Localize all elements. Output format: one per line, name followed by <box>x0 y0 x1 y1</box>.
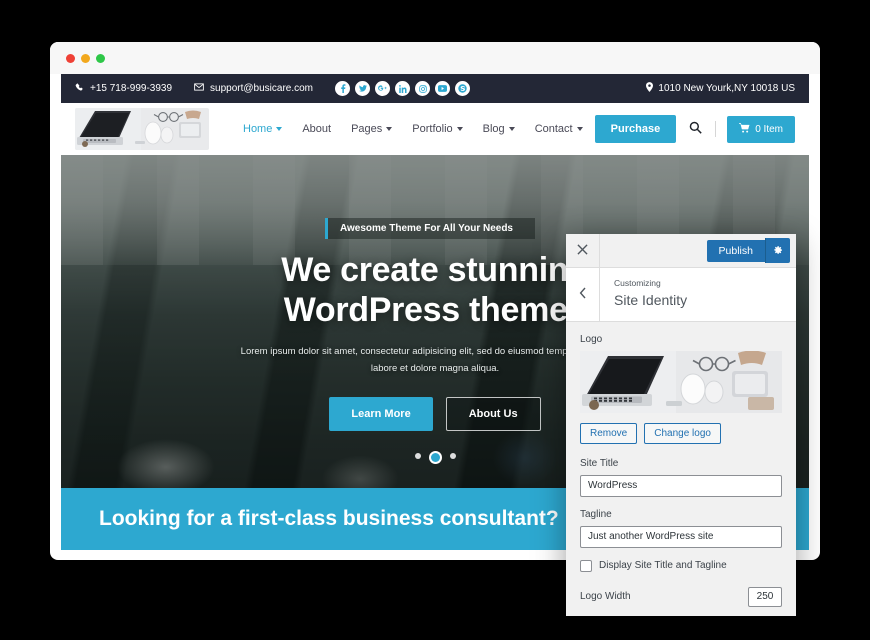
phone-icon <box>75 83 84 95</box>
chevron-down-icon <box>508 127 515 131</box>
nav-item-portfolio[interactable]: Portfolio <box>412 123 463 135</box>
about-us-button[interactable]: About Us <box>445 397 541 432</box>
location-text: 1010 New Yourk,NY 10018 US <box>658 83 795 94</box>
chevron-down-icon <box>386 127 393 131</box>
site-location: 1010 New Yourk,NY 10018 US <box>646 82 795 95</box>
customizer-toolbar: Publish <box>566 234 796 268</box>
slider-dot-2[interactable] <box>430 453 440 462</box>
close-icon <box>577 243 588 258</box>
nav-item-home[interactable]: Home <box>243 123 283 135</box>
phone-contact[interactable]: +15 718-999-3939 <box>75 83 172 95</box>
chevron-left-icon <box>579 287 587 302</box>
nav-item-about[interactable]: About <box>302 123 331 135</box>
chevron-down-icon <box>576 127 583 131</box>
header-divider <box>715 121 717 137</box>
shopping-cart-icon <box>739 122 750 136</box>
email-contact[interactable]: support@busicare.com <box>194 83 313 94</box>
nav-item-blog[interactable]: Blog <box>483 123 515 135</box>
slider-dot-1[interactable] <box>414 453 421 459</box>
remove-logo-button[interactable]: Remove <box>580 422 638 444</box>
cart-count-label: 0 Item <box>755 123 783 135</box>
gear-icon <box>773 243 783 258</box>
hero-tagline: Awesome Theme For All Your Needs <box>324 218 535 239</box>
twitter-icon[interactable] <box>355 81 371 96</box>
window-close-button[interactable] <box>66 53 75 63</box>
search-icon <box>689 121 702 137</box>
site-top-bar: +15 718-999-3939 support@busicare.com 10… <box>61 74 809 103</box>
section-title: Site Identity <box>614 291 688 308</box>
display-title-tagline-row: Display Site Title and Tagline <box>580 559 782 572</box>
search-button[interactable] <box>687 119 704 139</box>
hero-title: We create stunning WordPress themes <box>281 250 589 331</box>
logo-width-header: Logo Width 250 <box>580 586 782 607</box>
wordpress-customizer-panel: Publish Customizing Site Identity Logo R… <box>566 234 796 616</box>
display-title-tagline-label: Display Site Title and Tagline <box>599 560 727 572</box>
social-links <box>335 81 471 96</box>
publish-settings-button[interactable] <box>765 238 790 263</box>
change-logo-button[interactable]: Change logo <box>644 422 721 444</box>
slider-dot-3[interactable] <box>449 453 456 459</box>
facebook-icon[interactable] <box>335 81 351 96</box>
linkedin-icon[interactable] <box>395 81 411 96</box>
nav-item-contact[interactable]: Contact <box>535 123 583 135</box>
browser-title-bar <box>50 42 820 74</box>
customizer-actions: Publish <box>706 238 796 263</box>
logo-buttons: Remove Change logo <box>580 422 782 444</box>
main-navigation: Home About Pages Portfolio Blog Contact <box>243 123 583 135</box>
publish-button[interactable]: Publish <box>706 239 765 262</box>
tagline-label: Tagline <box>580 508 612 520</box>
site-title-label: Site Title <box>580 457 619 469</box>
nav-item-pages[interactable]: Pages <box>351 123 393 135</box>
hero-title-line-1: We create stunning <box>281 251 589 289</box>
skype-icon[interactable] <box>455 81 471 96</box>
tagline-input[interactable] <box>580 525 782 548</box>
customizer-titles: Customizing Site Identity <box>600 268 687 321</box>
hero-buttons: Learn More About Us <box>329 397 541 432</box>
chevron-down-icon <box>276 127 283 131</box>
close-customizer-button[interactable] <box>566 234 600 267</box>
map-pin-icon <box>646 82 654 95</box>
envelope-icon <box>194 83 204 94</box>
logo-width-value[interactable]: 250 <box>748 586 782 607</box>
window-minimize-button[interactable] <box>81 53 90 63</box>
phone-number: +15 718-999-3939 <box>90 83 173 94</box>
customizing-eyebrow: Customizing <box>614 278 661 288</box>
header-actions: Purchase 0 Item <box>594 115 795 143</box>
hero-title-line-2: WordPress themes <box>283 291 587 330</box>
learn-more-button[interactable]: Learn More <box>329 397 433 432</box>
customizer-section-header: Customizing Site Identity <box>566 268 796 322</box>
logo-label: Logo <box>580 333 603 345</box>
cta-heading: Looking for a first-class business consu… <box>99 507 559 530</box>
site-title-input[interactable] <box>580 474 782 497</box>
instagram-icon[interactable] <box>415 81 431 96</box>
email-address: support@busicare.com <box>210 83 314 94</box>
site-logo[interactable] <box>75 108 209 150</box>
purchase-button[interactable]: Purchase <box>594 115 677 143</box>
logo-width-label: Logo Width <box>580 591 631 603</box>
youtube-icon[interactable] <box>435 81 451 96</box>
customizer-controls: Logo Remove Change logo Site Title WordP… <box>566 321 796 616</box>
window-maximize-button[interactable] <box>96 53 105 63</box>
display-title-tagline-checkbox[interactable] <box>580 559 592 572</box>
back-button[interactable] <box>566 268 600 321</box>
logo-preview[interactable] <box>580 350 782 413</box>
logo-preview-image <box>580 350 782 413</box>
google-plus-icon[interactable] <box>375 81 391 96</box>
site-header: Home About Pages Portfolio Blog Contact … <box>61 103 809 155</box>
chevron-down-icon <box>456 127 463 131</box>
logo-image <box>75 108 209 150</box>
cart-button[interactable]: 0 Item <box>727 115 795 143</box>
